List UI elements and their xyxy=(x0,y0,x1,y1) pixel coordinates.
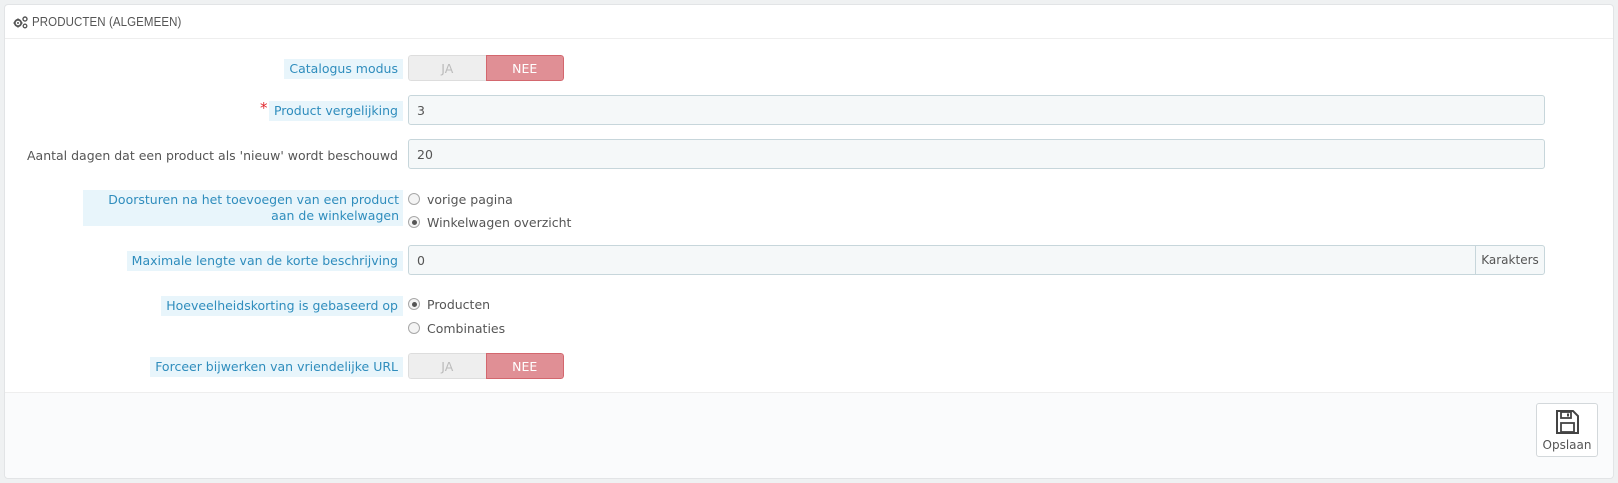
save-icon xyxy=(1556,409,1579,434)
redirect-previous-page-radio[interactable]: vorige pagina xyxy=(408,190,513,208)
product-comparison-label: Product vergelijking xyxy=(268,101,403,121)
save-button-label: Opslaan xyxy=(1542,437,1592,452)
radio-label: Winkelwagen overzicht xyxy=(427,214,572,230)
panel-title: PRODUCTEN (ALGEMEEN) xyxy=(32,14,182,29)
new-days-label: Aantal dagen dat een product als 'nieuw'… xyxy=(26,148,398,163)
radio-label: Producten xyxy=(427,296,491,312)
radio-button[interactable] xyxy=(408,298,420,310)
quantity-discount-products-radio[interactable]: Producten xyxy=(408,295,490,313)
short-desc-max-input-group: 0 Karakters xyxy=(408,245,1545,275)
catalog-mode-no-option[interactable]: NEE xyxy=(485,55,564,81)
redirect-after-add-label: Doorsturen na het toevoegen van een prod… xyxy=(83,190,403,226)
catalog-mode-switch[interactable]: JA NEE xyxy=(408,55,564,81)
catalog-mode-label: Catalogus modus xyxy=(284,59,403,79)
quantity-discount-combinations-radio[interactable]: Combinaties xyxy=(408,319,505,337)
panel-heading: PRODUCTEN (ALGEMEEN) xyxy=(5,5,1613,39)
force-friendly-url-no-option[interactable]: NEE xyxy=(485,353,564,379)
panel-footer: Opslaan xyxy=(5,392,1613,478)
radio-label: Combinaties xyxy=(427,320,506,336)
radio-button[interactable] xyxy=(408,216,420,228)
radio-label: vorige pagina xyxy=(427,191,513,207)
radio-button[interactable] xyxy=(408,322,420,334)
force-friendly-url-yes-option[interactable]: JA xyxy=(408,353,486,379)
save-button[interactable]: Opslaan xyxy=(1536,403,1598,457)
products-general-panel: PRODUCTEN (ALGEMEEN) Catalogus modus JA … xyxy=(4,4,1614,479)
force-friendly-url-label: Forceer bijwerken van vriendelijke URL xyxy=(150,357,403,377)
short-desc-max-input[interactable]: 0 xyxy=(408,245,1475,275)
product-comparison-input[interactable]: 3 xyxy=(408,95,1545,125)
new-days-input[interactable]: 20 xyxy=(408,139,1545,169)
quantity-discount-label: Hoeveelheidskorting is gebaseerd op xyxy=(161,296,403,316)
redirect-cart-summary-radio[interactable]: Winkelwagen overzicht xyxy=(408,213,571,231)
short-desc-max-label: Maximale lengte van de korte beschrijvin… xyxy=(126,251,403,271)
required-asterisk: * xyxy=(260,99,268,117)
cogs-icon xyxy=(13,15,29,29)
force-friendly-url-switch[interactable]: JA NEE xyxy=(408,353,564,379)
characters-addon: Karakters xyxy=(1475,245,1545,275)
radio-button[interactable] xyxy=(408,193,420,205)
catalog-mode-yes-option[interactable]: JA xyxy=(408,55,486,81)
